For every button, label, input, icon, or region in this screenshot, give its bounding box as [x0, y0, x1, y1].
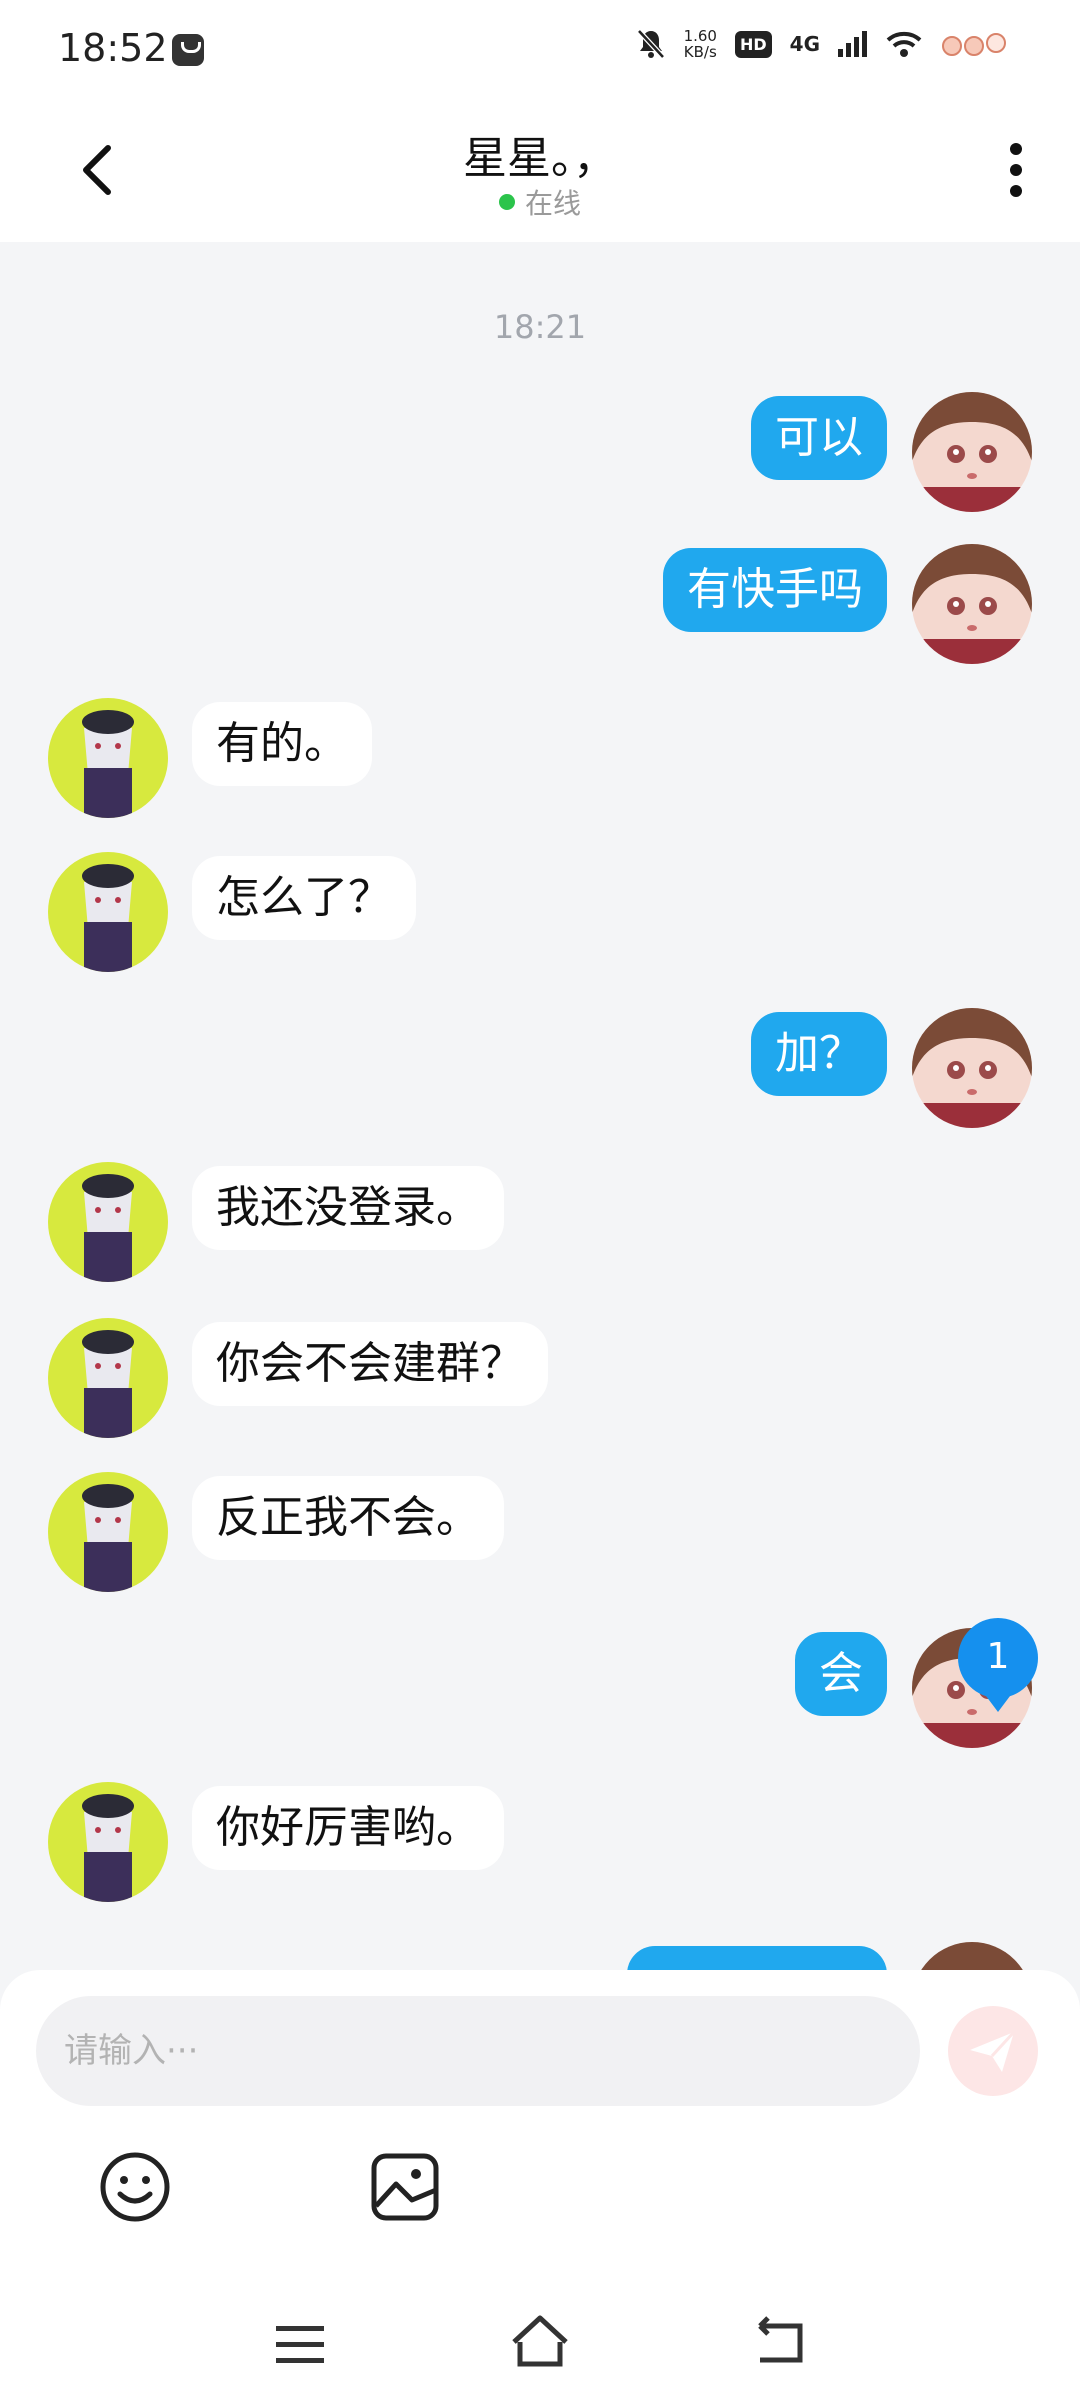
peer-avatar-image — [48, 852, 168, 972]
notification-icon — [172, 34, 204, 66]
net-speed: 1.60 KB/s — [684, 28, 717, 60]
peer-avatar-image — [48, 1472, 168, 1592]
status-bar: 18:52 1.60 KB/s HD 4G — [0, 0, 1080, 100]
more-options-button[interactable] — [992, 140, 1040, 200]
message-bubble-received[interactable]: 怎么了？ — [192, 856, 416, 940]
more-vertical-icon — [1010, 143, 1022, 197]
battery-stickers-icon — [942, 33, 1006, 56]
message-bubble-sent[interactable]: 会 — [795, 1632, 887, 1716]
message-bubble-received[interactable]: 反正我不会。 — [192, 1476, 504, 1560]
message-row-sent: 有快手吗 — [0, 544, 1080, 668]
send-button[interactable] — [948, 2006, 1038, 2096]
peer-avatar-image — [48, 1162, 168, 1282]
signal-bars-icon — [838, 31, 867, 57]
peer-avatar[interactable] — [48, 698, 168, 818]
menu-icon — [276, 2326, 324, 2363]
message-timestamp: 18:21 — [493, 308, 587, 346]
image-icon — [371, 2153, 439, 2221]
peer-avatar-image — [48, 698, 168, 818]
input-panel — [0, 1970, 1080, 2408]
my-avatar-image — [912, 392, 1032, 512]
my-avatar-image — [912, 1008, 1032, 1128]
nav-home-button[interactable] — [508, 2312, 572, 2370]
online-dot — [498, 194, 515, 210]
my-avatar[interactable] — [912, 1008, 1032, 1128]
unread-count-badge[interactable]: 1 — [958, 1618, 1038, 1712]
message-bubble-received[interactable]: 我还没登录。 — [192, 1166, 504, 1250]
message-row-received: 怎么了？ — [0, 852, 1080, 976]
hd-badge: HD — [734, 30, 772, 58]
message-bubble-received[interactable]: 你会不会建群？ — [192, 1322, 548, 1406]
online-status-text: 在线 — [524, 187, 581, 220]
message-row-sent: 加？ — [0, 1008, 1080, 1132]
status-indicators: 1.60 KB/s HD 4G — [636, 28, 1010, 60]
my-avatar-image — [912, 1942, 1032, 1972]
nav-menu-button[interactable] — [272, 2322, 328, 2368]
message-row-received: 你会不会建群？ — [0, 1318, 1080, 1442]
online-status: 在线 — [0, 182, 1080, 222]
network-type: 4G — [789, 32, 820, 56]
message-bubble-received[interactable]: 你好厉害哟。 — [192, 1786, 504, 1870]
message-bubble-sent-partial[interactable] — [627, 1946, 887, 1972]
chat-header: 星星。， 在线 — [0, 100, 1080, 242]
return-icon — [758, 2316, 803, 2363]
message-row-sent: 可以 — [0, 392, 1080, 516]
message-row-sent-partial — [0, 1942, 1080, 1972]
net-speed-value: 1.60 — [683, 27, 717, 45]
message-row-received: 我还没登录。 — [0, 1162, 1080, 1286]
peer-avatar[interactable] — [48, 1472, 168, 1592]
message-row-received: 你好厉害哟。 — [0, 1782, 1080, 1906]
message-bubble-received[interactable]: 有的。 — [192, 702, 372, 786]
message-row-received: 反正我不会。 — [0, 1472, 1080, 1596]
message-row-sent: 会 — [0, 1628, 1080, 1752]
status-time: 18:52 — [58, 26, 168, 70]
message-input[interactable] — [36, 1996, 920, 2106]
emoji-icon — [100, 2152, 170, 2222]
net-speed-unit: KB/s — [683, 43, 717, 61]
chat-title: 星星。， — [463, 133, 617, 184]
wifi-icon — [886, 31, 922, 57]
peer-avatar[interactable] — [48, 1318, 168, 1438]
peer-avatar[interactable] — [48, 1162, 168, 1282]
peer-avatar-image — [48, 1782, 168, 1902]
message-list[interactable]: 18:21 可以 有快手吗 有的。 怎么了？ 加？ 我还没登录。 你会不会建群？… — [0, 242, 1080, 1972]
emoji-button[interactable] — [98, 2150, 172, 2224]
image-button[interactable] — [368, 2150, 442, 2224]
peer-avatar[interactable] — [48, 852, 168, 972]
message-bubble-sent[interactable]: 有快手吗 — [663, 548, 887, 632]
message-row-received: 有的。 — [0, 698, 1080, 822]
send-icon — [970, 2030, 1016, 2072]
my-avatar[interactable] — [912, 1942, 1032, 1972]
my-avatar-image — [912, 544, 1032, 664]
message-bubble-sent[interactable]: 可以 — [751, 396, 887, 480]
nav-back-button[interactable] — [750, 2316, 808, 2368]
peer-avatar[interactable] — [48, 1782, 168, 1902]
home-icon — [512, 2315, 568, 2367]
my-avatar[interactable] — [912, 392, 1032, 512]
mute-bell-icon — [636, 29, 665, 59]
my-avatar[interactable] — [912, 544, 1032, 664]
peer-avatar-image — [48, 1318, 168, 1438]
message-bubble-sent[interactable]: 加？ — [751, 1012, 887, 1096]
